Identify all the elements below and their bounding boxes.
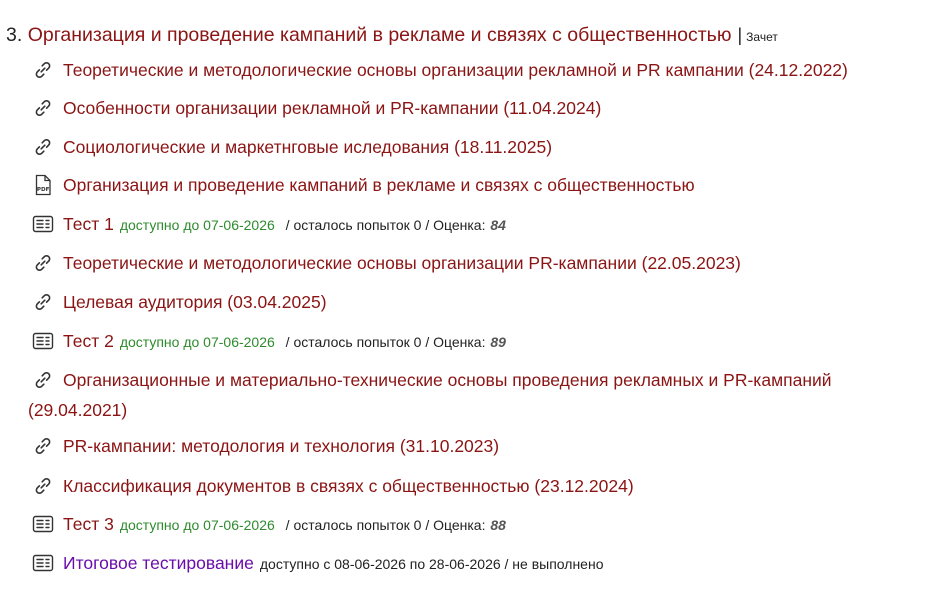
section-title-link[interactable]: Организация и проведение кампаний в рекл… <box>28 24 732 46</box>
test-link[interactable]: Тест 1 <box>63 214 114 234</box>
svg-text:PDF: PDF <box>37 187 50 193</box>
test-link[interactable]: Тест 3 <box>63 514 114 534</box>
pdf-file-icon: PDF <box>32 174 54 196</box>
section-assessment-type: Зачет <box>746 30 778 44</box>
resource-link-continuation[interactable]: (29.04.2021) <box>28 398 127 422</box>
attempts-text: / осталось попыток 0 / Оценка: <box>285 217 486 233</box>
score-value: 88 <box>490 517 506 533</box>
link-icon <box>32 475 54 497</box>
availability-text: доступно до 07-06-2026 <box>119 334 275 350</box>
section-number: 3. <box>6 24 23 46</box>
final-test-link[interactable]: Итоговое тестирование <box>63 553 254 573</box>
link-icon <box>32 59 54 81</box>
test-list-icon <box>32 552 54 574</box>
test-list-icon <box>32 513 54 535</box>
score-value: 89 <box>490 334 506 350</box>
score-value: 84 <box>490 217 506 233</box>
availability-text: доступно до 07-06-2026 <box>119 217 275 233</box>
resource-link[interactable]: Классификация документов в связях с обще… <box>63 474 634 498</box>
resource-link[interactable]: Социологические и маркетнговые иследован… <box>63 135 552 159</box>
resource-link[interactable]: PR-кампании: методология и технология (3… <box>63 434 499 458</box>
link-icon <box>32 97 54 119</box>
resource-link[interactable]: Теоретические и методологические основы … <box>63 251 741 275</box>
link-icon <box>32 252 54 274</box>
test-link[interactable]: Тест 2 <box>63 331 114 351</box>
course-section: 3. Организация и проведение кампаний в р… <box>0 0 928 602</box>
section-separator: | <box>737 25 743 45</box>
resource-link[interactable]: Организационные и материально-технически… <box>63 368 832 392</box>
attempts-text: / осталось попыток 0 / Оценка: <box>285 334 486 350</box>
attempts-text: / осталось попыток 0 / Оценка: <box>285 517 486 533</box>
link-icon <box>32 435 54 457</box>
availability-text: доступно до 07-06-2026 <box>119 517 275 533</box>
pdf-document-link[interactable]: Организация и проведение кампаний в рекл… <box>63 173 695 197</box>
test-list-icon <box>32 330 54 352</box>
resource-link[interactable]: Теоретические и методологические основы … <box>63 58 848 82</box>
test-list-icon <box>32 213 54 235</box>
link-icon <box>32 369 54 391</box>
section-heading: 3. Организация и проведение кампаний в р… <box>6 22 778 50</box>
final-test-status: доступно с 08-06-2026 по 28-06-2026 / не… <box>259 556 604 572</box>
resource-link[interactable]: Особенности организации рекламной и PR-к… <box>63 96 601 120</box>
link-icon <box>32 291 54 313</box>
link-icon <box>32 136 54 158</box>
resource-link[interactable]: Целевая аудитория (03.04.2025) <box>63 290 327 314</box>
